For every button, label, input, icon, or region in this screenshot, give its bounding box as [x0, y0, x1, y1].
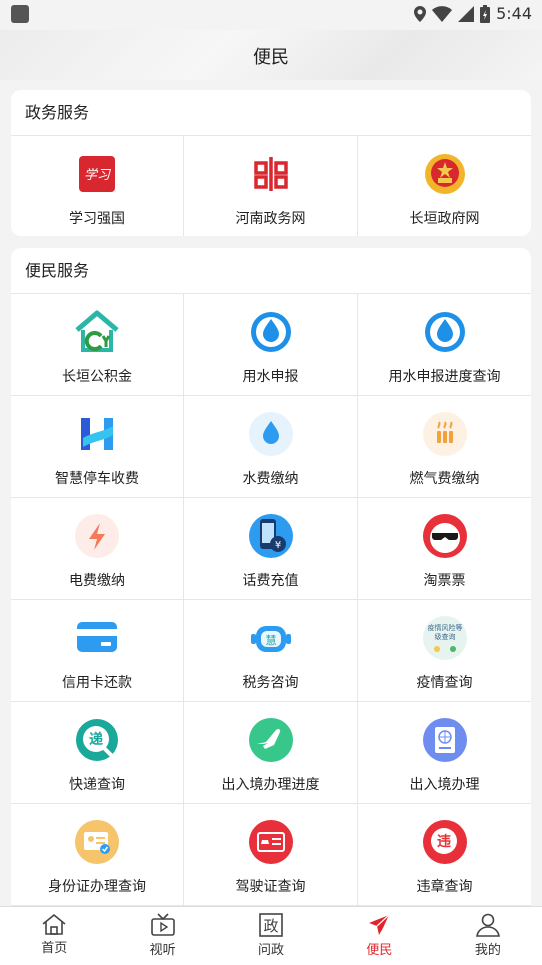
service-label: 疫情查询 — [416, 675, 473, 691]
tab-convenience[interactable]: 便民 — [325, 907, 433, 965]
svg-text:学习: 学习 — [84, 167, 112, 183]
tv-play-icon — [150, 913, 175, 936]
service-taopiaopiao[interactable]: 淘票票 — [358, 498, 531, 600]
service-smart-parking[interactable]: 智慧停车收费 — [11, 396, 184, 498]
service-label: 用水申报进度查询 — [388, 369, 501, 385]
home-icon — [42, 913, 66, 935]
service-water-report[interactable]: 用水申报 — [184, 294, 358, 396]
service-label: 学习强国 — [69, 211, 125, 227]
credit-card-icon — [73, 614, 121, 662]
service-label: 驾驶证查询 — [235, 879, 306, 895]
svg-text:慧: 慧 — [265, 633, 276, 647]
signal-icon — [458, 5, 475, 22]
tax-robot-icon: 慧 — [247, 614, 295, 662]
tab-profile[interactable]: 我的 — [434, 907, 542, 965]
app-notification-icon — [11, 5, 29, 23]
service-express[interactable]: 递 快递查询 — [11, 702, 184, 804]
status-time: 5:44 — [496, 4, 532, 23]
tab-label: 首页 — [41, 941, 68, 956]
national-emblem-icon — [421, 150, 469, 198]
service-changyuan-gov[interactable]: 长垣政府网 — [358, 136, 531, 236]
taopiaopiao-icon — [421, 512, 469, 560]
service-label: 出入境办理 — [409, 777, 480, 793]
svg-text:递: 递 — [89, 731, 103, 748]
svg-text:¥: ¥ — [274, 540, 280, 551]
water-drop-icon — [421, 308, 469, 356]
service-label: 出入境办理进度 — [221, 777, 320, 793]
service-water-fee[interactable]: 水费缴纳 — [184, 396, 358, 498]
service-electric-fee[interactable]: 电费缴纳 — [11, 498, 184, 600]
service-violation[interactable]: 违 违章查询 — [358, 804, 531, 906]
wifi-icon — [432, 5, 453, 22]
service-exit-entry[interactable]: 出入境办理 — [358, 702, 531, 804]
epidemic-query-icon: 疫情风险等级查询 — [421, 614, 469, 662]
gov-services-card: 政务服务 学习 学习强国 河南政务网 长垣政府网 — [11, 90, 531, 236]
user-icon — [475, 913, 500, 937]
service-label: 长垣政府网 — [409, 211, 480, 227]
service-credit-card[interactable]: 信用卡还款 — [11, 600, 184, 702]
water-fee-icon — [247, 410, 295, 458]
service-label: 话费充值 — [242, 573, 299, 589]
service-housing-fund[interactable]: 长垣公积金 — [11, 294, 184, 396]
service-exit-entry-progress[interactable]: 出入境办理进度 — [184, 702, 358, 804]
service-xuexiqiangguo[interactable]: 学习 学习强国 — [11, 136, 184, 236]
housing-fund-icon — [73, 308, 121, 356]
location-icon — [414, 5, 427, 22]
gas-fee-icon — [421, 410, 469, 458]
tab-label: 问政 — [258, 943, 285, 958]
service-label: 信用卡还款 — [62, 675, 132, 691]
service-label: 违章查询 — [416, 879, 473, 895]
service-phone-recharge[interactable]: ¥ 话费充值 — [184, 498, 358, 600]
tab-label: 视听 — [149, 943, 176, 958]
lightning-icon — [73, 512, 121, 560]
xuexiqiangguo-icon: 学习 — [73, 150, 121, 198]
svg-text:违: 违 — [437, 833, 451, 850]
henan-gov-logo-icon — [247, 150, 295, 198]
politics-icon: 政 — [259, 913, 283, 937]
tab-label: 我的 — [474, 943, 501, 958]
service-gas-fee[interactable]: 燃气费缴纳 — [358, 396, 531, 498]
service-water-progress[interactable]: 用水申报进度查询 — [358, 294, 531, 396]
violation-icon: 违 — [421, 818, 469, 866]
service-tax-consult[interactable]: 慧 税务咨询 — [184, 600, 358, 702]
service-label: 长垣公积金 — [62, 369, 132, 385]
service-id-card[interactable]: 身份证办理查询 — [11, 804, 184, 906]
bottom-tab-bar: 首页 视听 政 问政 便民 我的 — [0, 906, 542, 965]
airplane-icon — [247, 716, 295, 764]
service-label: 河南政务网 — [235, 211, 306, 227]
tab-video[interactable]: 视听 — [108, 907, 216, 965]
service-label: 智慧停车收费 — [55, 471, 139, 487]
status-bar: 5:44 — [0, 0, 542, 30]
tab-politics[interactable]: 政 问政 — [217, 907, 325, 965]
service-label: 税务咨询 — [242, 675, 299, 691]
driver-license-icon — [247, 818, 295, 866]
service-driver-license[interactable]: 驾驶证查询 — [184, 804, 358, 906]
express-icon: 递 — [73, 716, 121, 764]
tab-label: 便民 — [366, 943, 393, 958]
tab-home[interactable]: 首页 — [0, 907, 108, 965]
service-label: 用水申报 — [242, 369, 299, 385]
service-label: 快递查询 — [69, 777, 125, 793]
paper-plane-icon — [369, 914, 390, 935]
service-henan-gov[interactable]: 河南政务网 — [184, 136, 358, 236]
service-label: 燃气费缴纳 — [409, 471, 480, 487]
id-card-icon — [73, 818, 121, 866]
phone-recharge-icon: ¥ — [247, 512, 295, 560]
service-label: 淘票票 — [423, 573, 466, 589]
page-title: 便民 — [253, 47, 289, 68]
top-bar: 便民 — [0, 30, 542, 80]
service-label: 电费缴纳 — [69, 573, 125, 589]
passport-icon — [421, 716, 469, 764]
service-label: 水费缴纳 — [242, 471, 299, 487]
service-label: 身份证办理查询 — [48, 879, 146, 895]
parking-h-icon — [73, 410, 121, 458]
svg-text:政: 政 — [264, 917, 279, 935]
service-epidemic[interactable]: 疫情风险等级查询 疫情查询 — [358, 600, 531, 702]
water-drop-icon — [247, 308, 295, 356]
civic-services-card: 便民服务 长垣公积金 用水申报 用水申报进度查询 智慧停车收费 水费缴纳 燃气费… — [11, 248, 531, 908]
civic-services-title: 便民服务 — [11, 248, 531, 294]
battery-icon — [480, 4, 491, 23]
gov-services-title: 政务服务 — [11, 90, 531, 136]
